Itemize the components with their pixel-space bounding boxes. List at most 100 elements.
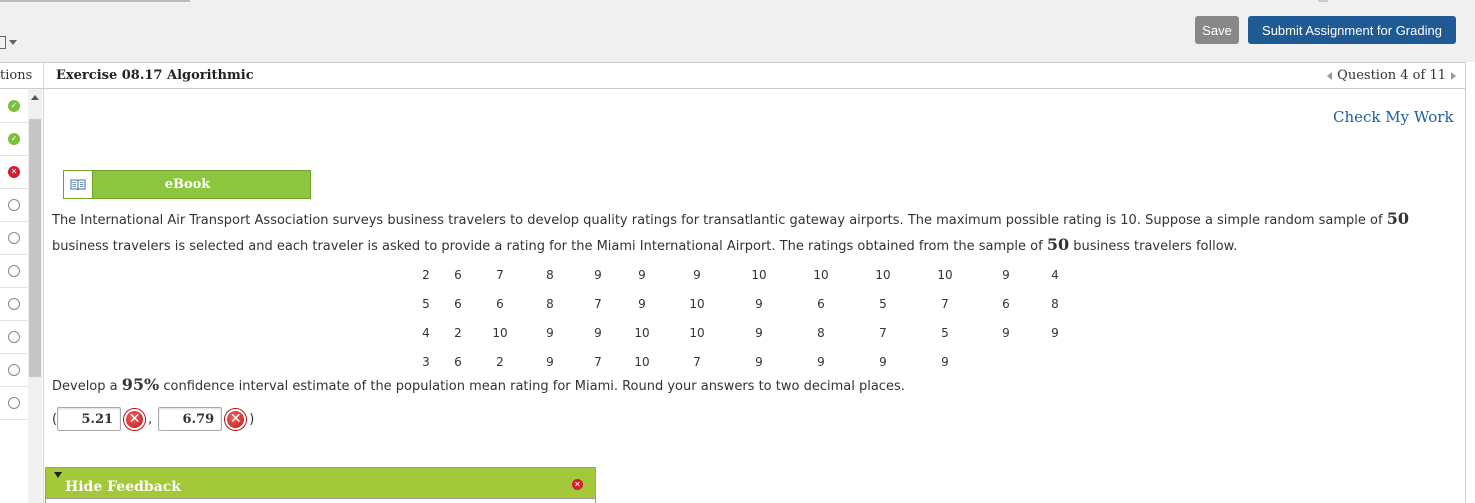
circle-icon [8, 265, 20, 277]
rating-cell: 9 [594, 325, 602, 340]
rating-cell: 9 [755, 354, 763, 369]
submit-assignment-button[interactable]: Submit Assignment for Grading [1248, 16, 1456, 44]
question-navigator: Question 4 of 11 [1327, 68, 1456, 83]
problem-text: business travelers follow. [1069, 239, 1238, 254]
rating-cell: 9 [879, 354, 887, 369]
rating-cell: 10 [689, 296, 705, 311]
instruction-text: Develop a 95% confidence interval estima… [52, 375, 905, 394]
next-question-icon[interactable] [1451, 71, 1456, 80]
rating-cell: 6 [454, 354, 462, 369]
comma-separator: , [148, 411, 153, 427]
rating-cell: 10 [492, 325, 508, 340]
rating-cell: 10 [634, 325, 650, 340]
rating-cell: 10 [751, 267, 767, 282]
rating-cell: 6 [454, 296, 462, 311]
top-divider [1318, 0, 1328, 2]
ebook-button[interactable]: eBook [63, 170, 311, 199]
lower-bound-input[interactable]: 5.21 [57, 407, 122, 431]
rating-cell: 5 [941, 325, 949, 340]
upper-bound-input[interactable]: 6.79 [158, 407, 223, 431]
book-icon [64, 171, 93, 198]
incorrect-icon: ✕ [124, 408, 146, 430]
rating-cell: 10 [813, 267, 829, 282]
rating-cell: 9 [1002, 325, 1010, 340]
question-menu-dropdown[interactable] [0, 34, 17, 50]
question-counter: Question 4 of 11 [1337, 68, 1446, 83]
rating-cell: 7 [693, 354, 701, 369]
check-icon: ✓ [8, 133, 20, 145]
rating-cell: 9 [941, 354, 949, 369]
circle-icon [8, 364, 20, 376]
hide-feedback-bar[interactable]: Hide Feedback ✕ [45, 467, 596, 503]
problem-statement: The International Air Transport Associat… [52, 207, 1452, 259]
caret-down-icon [54, 472, 62, 478]
rating-cell: 2 [422, 267, 430, 282]
question-item[interactable] [0, 387, 28, 420]
exercise-title-bar: Exercise 08.17 Algorithmic Question 4 of… [44, 62, 1466, 89]
rating-cell: 2 [496, 354, 504, 369]
save-button[interactable]: Save [1195, 16, 1239, 44]
question-item[interactable] [0, 321, 28, 354]
incorrect-icon: ✕ [225, 408, 247, 430]
circle-icon [8, 397, 20, 409]
check-icon: ✓ [8, 100, 20, 112]
rating-cell: 7 [594, 296, 602, 311]
question-item[interactable] [0, 288, 28, 321]
previous-question-icon[interactable] [1327, 71, 1333, 80]
question-item[interactable] [0, 255, 28, 288]
top-divider [0, 0, 190, 2]
rating-cell: 10 [937, 267, 953, 282]
rating-cell: 7 [496, 267, 504, 282]
check-my-work-link[interactable]: Check My Work [1333, 108, 1454, 126]
rating-cell: 6 [454, 267, 462, 282]
rating-cell: 9 [817, 354, 825, 369]
rating-cell: 6 [496, 296, 504, 311]
sample-size: 50 [1046, 235, 1070, 254]
rating-cell: 9 [755, 325, 763, 340]
rating-cell [1036, 347, 1074, 376]
hide-feedback-label: Hide Feedback [65, 479, 181, 495]
question-item[interactable]: ✕ [0, 156, 28, 189]
question-item[interactable]: ✓ [0, 90, 28, 123]
question-sidebar: tions ✓ ✓ ✕ [0, 62, 44, 503]
rating-cell: 7 [941, 296, 949, 311]
chevron-down-icon [9, 39, 17, 45]
rating-cell: 4 [422, 325, 430, 340]
rating-cell: 4 [1051, 267, 1059, 282]
ratings-row: 3 6 2 9 7 10 7 9 9 9 9 [414, 347, 1074, 376]
problem-text: business travelers is selected and each … [52, 239, 1047, 254]
rating-cell: 9 [755, 296, 763, 311]
ratings-row: 4 2 10 9 9 10 10 9 8 7 5 9 9 [414, 318, 1074, 347]
rating-cell [976, 347, 1036, 376]
close-paren: ) [249, 411, 255, 427]
answer-row: ( 5.21 ✕ , 6.79 ✕ ) [52, 405, 254, 433]
rating-cell: 8 [546, 296, 554, 311]
sidebar-header: tions [0, 62, 43, 89]
sidebar-scrollbar[interactable] [28, 89, 42, 503]
confidence-level: 95% [121, 375, 160, 394]
rating-cell: 9 [594, 267, 602, 282]
close-icon[interactable]: ✕ [572, 479, 583, 490]
top-toolbar: Save Submit Assignment for Grading [0, 0, 1475, 62]
rating-cell: 8 [546, 267, 554, 282]
rating-cell: 7 [879, 325, 887, 340]
rating-cell: 10 [875, 267, 891, 282]
scroll-thumb[interactable] [29, 119, 41, 377]
question-item[interactable] [0, 222, 28, 255]
rating-cell: 5 [879, 296, 887, 311]
instruction-pre: Develop a [52, 379, 122, 394]
question-item[interactable] [0, 354, 28, 387]
question-item[interactable]: ✓ [0, 123, 28, 156]
ratings-row: 2 6 7 8 9 9 9 10 10 10 10 9 4 [414, 260, 1074, 289]
exercise-title: Exercise 08.17 Algorithmic [56, 68, 254, 83]
problem-text: The International Air Transport Associat… [52, 213, 1387, 228]
sample-size: 50 [1386, 209, 1409, 228]
scroll-up-icon[interactable] [31, 95, 39, 100]
circle-icon [8, 298, 20, 310]
question-item[interactable] [0, 189, 28, 222]
rating-cell: 9 [1002, 267, 1010, 282]
rating-cell: 2 [454, 325, 462, 340]
rating-cell: 6 [1002, 296, 1010, 311]
rating-cell: 8 [1051, 296, 1059, 311]
rating-cell: 9 [638, 267, 646, 282]
